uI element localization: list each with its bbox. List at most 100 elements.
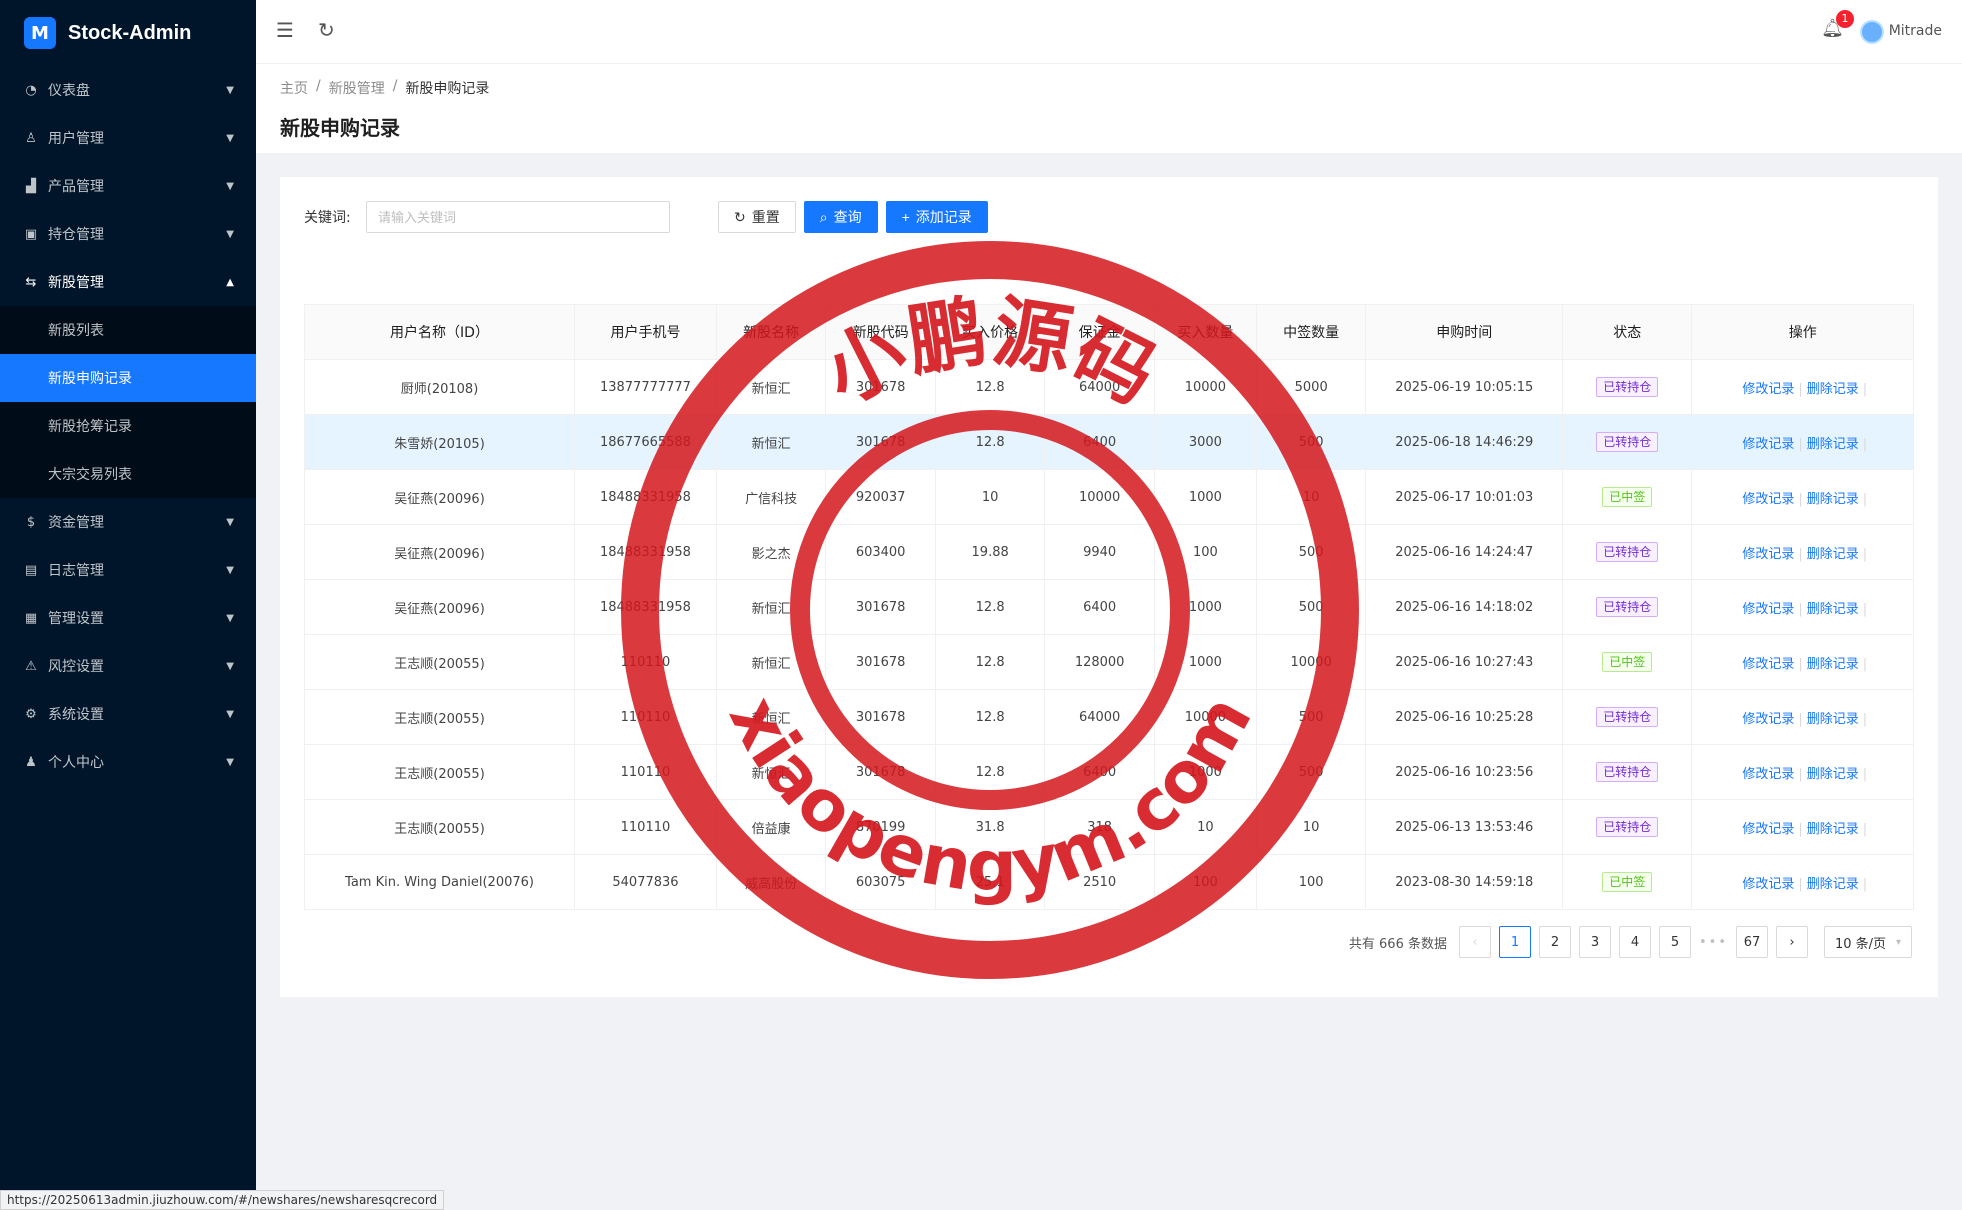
table-cell: 新恒汇: [715, 689, 827, 745]
submenu-item[interactable]: 大宗交易列表: [0, 450, 256, 498]
sidebar-item-10[interactable]: ♟ 个人中心 ▼: [0, 738, 256, 786]
page-size-select[interactable]: 10 条/页 ▾: [1824, 926, 1912, 958]
status-badge: 已中签: [1602, 487, 1653, 507]
page-item[interactable]: 5: [1658, 926, 1691, 958]
delete-record-link[interactable]: 删除记录: [1807, 492, 1859, 507]
delete-record-link[interactable]: 删除记录: [1807, 877, 1859, 892]
delete-record-link[interactable]: 删除记录: [1807, 712, 1859, 727]
sidebar-item-2[interactable]: ▟ 产品管理 ▼: [0, 162, 256, 210]
breadcrumb-home[interactable]: 主页: [280, 78, 308, 98]
sidebar-item-4[interactable]: ⇆ 新股管理 ▲: [0, 258, 256, 306]
chart-icon: ▟: [26, 178, 36, 194]
edit-record-link[interactable]: 修改记录: [1742, 657, 1794, 672]
breadcrumb-separator: /: [316, 78, 321, 94]
delete-record-link[interactable]: 删除记录: [1807, 547, 1859, 562]
sidebar-item-5[interactable]: $ 资金管理 ▼: [0, 498, 256, 546]
table-cell: 110110: [574, 634, 717, 690]
edit-record-link[interactable]: 修改记录: [1742, 437, 1794, 452]
table-cell: 18677665588: [574, 414, 717, 470]
table-cell: 王志顺(20055): [303, 689, 576, 745]
submenu-item[interactable]: 新股列表: [0, 306, 256, 354]
page-item[interactable]: 2: [1538, 926, 1571, 958]
sidebar-item-6[interactable]: ▤ 日志管理 ▼: [0, 546, 256, 594]
sidebar-item-label: 用户管理: [48, 131, 104, 147]
divider: |: [1798, 656, 1803, 672]
avatar[interactable]: [1860, 20, 1884, 44]
edit-record-link[interactable]: 修改记录: [1742, 877, 1794, 892]
sidebar-item-0[interactable]: ◔ 仪表盘 ▼: [0, 66, 256, 114]
actions-cell: 修改记录 | 删除记录 |: [1691, 524, 1914, 580]
edit-record-link[interactable]: 修改记录: [1742, 602, 1794, 617]
table-row[interactable]: 朱雪娇(20105) 18677665588 新恒汇 301678 12.8 6400 30…: [303, 414, 1914, 470]
table-row[interactable]: 王志顺(20055) 110110 新恒汇 301678 12.8 6400 1000 500…: [303, 744, 1914, 800]
edit-record-link[interactable]: 修改记录: [1742, 822, 1794, 837]
search-bar: 关键词: ↻ 重置 ⌕ 查询 + 添加记录: [304, 201, 988, 233]
table-row[interactable]: Tam Kin. Wing Daniel(20076) 54077836 威高股份 6…: [303, 854, 1914, 910]
username[interactable]: Mitrade: [1889, 23, 1942, 39]
edit-record-link[interactable]: 修改记录: [1742, 767, 1794, 782]
breadcrumb-ipo[interactable]: 新股管理: [329, 78, 385, 98]
page-item[interactable]: 4: [1618, 926, 1651, 958]
add-record-button[interactable]: + 添加记录: [885, 201, 988, 233]
pagination-ellipsis[interactable]: •••: [1699, 935, 1728, 950]
chevron-down-icon: ▼: [226, 756, 234, 768]
table-cell: 9940: [1044, 524, 1155, 580]
table-row[interactable]: 王志顺(20055) 110110 新恒汇 301678 12.8 128000 1000 1…: [303, 634, 1914, 690]
table-cell: 威高股份: [715, 854, 827, 910]
table-cell: 301678: [825, 744, 936, 800]
table-row[interactable]: 厨师(20108) 13877777777 新恒汇 301678 12.8 64000 10…: [303, 359, 1914, 415]
chevron-down-icon: ▼: [226, 180, 234, 192]
edit-record-link[interactable]: 修改记录: [1742, 547, 1794, 562]
delete-record-link[interactable]: 删除记录: [1807, 767, 1859, 782]
table-cell: 301678: [825, 359, 936, 415]
sidebar-item-label: 仪表盘: [48, 83, 90, 99]
sidebar-item-1[interactable]: ♙ 用户管理 ▼: [0, 114, 256, 162]
prev-page-button[interactable]: ‹: [1458, 926, 1491, 958]
actions-cell: 修改记录 | 删除记录 |: [1691, 799, 1914, 855]
table-cell: 100: [1153, 524, 1257, 580]
logo[interactable]: M Stock-Admin: [0, 0, 256, 66]
table-cell: 12.8: [934, 689, 1046, 745]
table-cell: 吴征燕(20096): [303, 469, 576, 525]
delete-record-link[interactable]: 删除记录: [1807, 437, 1859, 452]
table-cell: 603400: [825, 524, 936, 580]
sidebar-item-8[interactable]: ⚠ 风控设置 ▼: [0, 642, 256, 690]
column-header: 新股代码: [825, 304, 936, 360]
table-row[interactable]: 吴征燕(20096) 18488331958 广信科技 920037 10 10000 10…: [303, 469, 1914, 525]
delete-record-link[interactable]: 删除记录: [1807, 822, 1859, 837]
sidebar-item-label: 个人中心: [48, 755, 104, 771]
delete-record-link[interactable]: 删除记录: [1807, 657, 1859, 672]
divider: |: [1798, 766, 1803, 782]
table-row[interactable]: 王志顺(20055) 110110 倍益康 870199 31.8 318 10 10 2025…: [303, 799, 1914, 855]
sidebar-item-3[interactable]: ▣ 持仓管理 ▼: [0, 210, 256, 258]
page-last[interactable]: 67: [1736, 926, 1768, 958]
table-row[interactable]: 吴征燕(20096) 18488331958 影之杰 603400 19.88 9940 1…: [303, 524, 1914, 580]
edit-record-link[interactable]: 修改记录: [1742, 492, 1794, 507]
refresh-icon[interactable]: ↻: [318, 18, 335, 42]
edit-record-link[interactable]: 修改记录: [1742, 382, 1794, 397]
divider: |: [1798, 601, 1803, 617]
sidebar-item-7[interactable]: ▦ 管理设置 ▼: [0, 594, 256, 642]
delete-record-link[interactable]: 删除记录: [1807, 602, 1859, 617]
reset-button[interactable]: ↻ 重置: [718, 201, 796, 233]
table-cell: 新恒汇: [715, 634, 827, 690]
edit-record-link[interactable]: 修改记录: [1742, 712, 1794, 727]
submenu-item[interactable]: 新股抢筹记录: [0, 402, 256, 450]
divider: |: [1798, 491, 1803, 507]
menu-fold-icon[interactable]: ☰: [276, 18, 294, 42]
query-button[interactable]: ⌕ 查询: [803, 201, 878, 233]
submenu-item[interactable]: 新股申购记录: [0, 354, 256, 402]
next-page-button[interactable]: ›: [1776, 926, 1808, 958]
page-item[interactable]: 3: [1578, 926, 1611, 958]
table-row[interactable]: 王志顺(20055) 110110 新恒汇 301678 12.8 64000 10000 5…: [303, 689, 1914, 745]
page-item[interactable]: 1: [1498, 926, 1531, 958]
table-row[interactable]: 吴征燕(20096) 18488331958 新恒汇 301678 12.8 6400 10…: [303, 579, 1914, 635]
divider: |: [1862, 546, 1868, 562]
divider: |: [1798, 821, 1803, 837]
chevron-down-icon: ▼: [226, 132, 234, 144]
keyword-input[interactable]: [366, 201, 670, 233]
sidebar-item-9[interactable]: ⚙ 系统设置 ▼: [0, 690, 256, 738]
table-cell: 31.8: [934, 799, 1046, 855]
delete-record-link[interactable]: 删除记录: [1807, 382, 1859, 397]
table-cell: 301678: [825, 579, 936, 635]
